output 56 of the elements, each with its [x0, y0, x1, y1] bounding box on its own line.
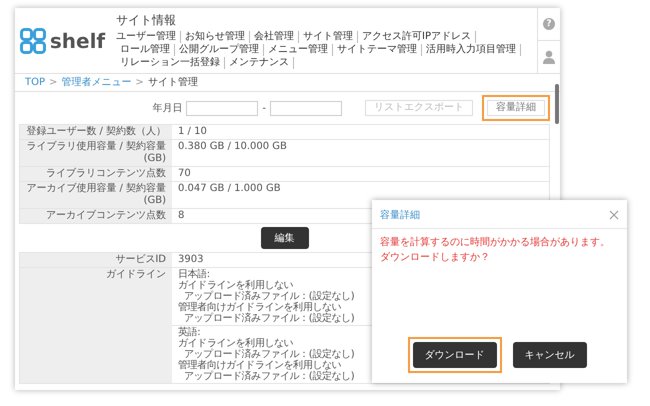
row-label: ライブラリコンテンツ点数 [20, 167, 172, 181]
nav-link[interactable]: ロール管理 [116, 44, 175, 56]
row-value: 0.380 GB / 10.000 GB [177, 140, 288, 154]
row-label: ガイドライン [20, 268, 172, 383]
breadcrumb-link[interactable]: TOP [25, 76, 46, 89]
row-label: ライブラリ使用容量 / 契約容量(GB) [20, 140, 172, 166]
warning-message: 容量を計算するのに時間がかかる場合があります。 [380, 236, 611, 250]
uploaded-file-setting: アップロード済みファイル：(設定なし) [183, 371, 354, 382]
nav-link[interactable]: 公開グループ管理 [175, 44, 264, 56]
scrollbar[interactable] [555, 84, 559, 124]
warning-message: ダウンロードしますか？ [380, 251, 491, 265]
row-value: 8 [177, 209, 186, 223]
uploaded-file-setting: アップロード済みファイル：(設定なし) [183, 313, 354, 324]
close-icon[interactable] [609, 210, 619, 220]
row-label: アーカイブコンテンツ点数 [20, 209, 172, 223]
breadcrumb-current: サイト管理 [148, 76, 198, 89]
guideline-setting: 管理者向けガイドラインを利用しない [178, 302, 342, 313]
row-value: 70 [177, 167, 192, 181]
row-value: 3903 [177, 253, 204, 267]
logo-icon [20, 28, 46, 54]
row-label: サービスID [20, 253, 172, 267]
language-label: 英語: [178, 327, 200, 338]
date-label: 年月日 [152, 102, 182, 115]
user-icon[interactable] [543, 50, 555, 64]
range-separator: - [262, 102, 266, 114]
date-field[interactable] [270, 100, 342, 116]
nav-link[interactable]: お知らせ管理 [181, 31, 250, 43]
page-title: サイト情報 [116, 12, 177, 29]
row-value: 0.047 GB / 1.000 GB [177, 182, 282, 196]
nav-link[interactable]: サイト管理 [299, 31, 358, 43]
nav-link[interactable]: サイトテーマ管理 [333, 44, 422, 56]
row-label: 登録ユーザー数 / 契約数（人） [20, 125, 172, 139]
download-button[interactable]: ダウンロード [408, 337, 502, 373]
breadcrumb-separator: > [49, 76, 58, 89]
guideline-setting: ガイドラインを利用しない [178, 338, 294, 349]
nav-link[interactable]: メニュー管理 [264, 44, 333, 56]
date-field[interactable] [186, 100, 258, 116]
details-button[interactable]: 容量詳細 [482, 95, 550, 121]
row-value: 1 / 10 [177, 125, 208, 139]
uploaded-file-setting: アップロード済みファイル：(設定なし) [183, 291, 354, 302]
row-label: アーカイブ使用容量 / 契約容量(GB) [20, 182, 172, 208]
nav-link[interactable]: 活用時入力項目管理 [422, 44, 521, 56]
guideline-setting: ガイドラインを利用しない [178, 280, 294, 291]
nav-link[interactable]: メンテナンス [225, 57, 294, 69]
nav-link[interactable]: 会社管理 [250, 31, 299, 43]
nav-link[interactable]: ユーザー管理 [116, 31, 181, 43]
edit-button[interactable]: 編集 [260, 227, 308, 249]
breadcrumb-link[interactable]: 管理者メニュー [61, 76, 132, 89]
guideline-setting: 管理者向けガイドラインを利用しない [178, 360, 342, 371]
language-label: 日本語: [178, 269, 210, 280]
nav-link[interactable]: アクセス許可IPアドレス [358, 31, 476, 43]
dialog-title: 容量詳細 [380, 208, 420, 222]
nav-link[interactable]: リレーション一括登録 [116, 57, 225, 69]
breadcrumb-separator: > [135, 76, 144, 89]
uploaded-file-setting: アップロード済みファイル：(設定なし) [183, 349, 354, 360]
logo-text: shelf [50, 28, 106, 52]
